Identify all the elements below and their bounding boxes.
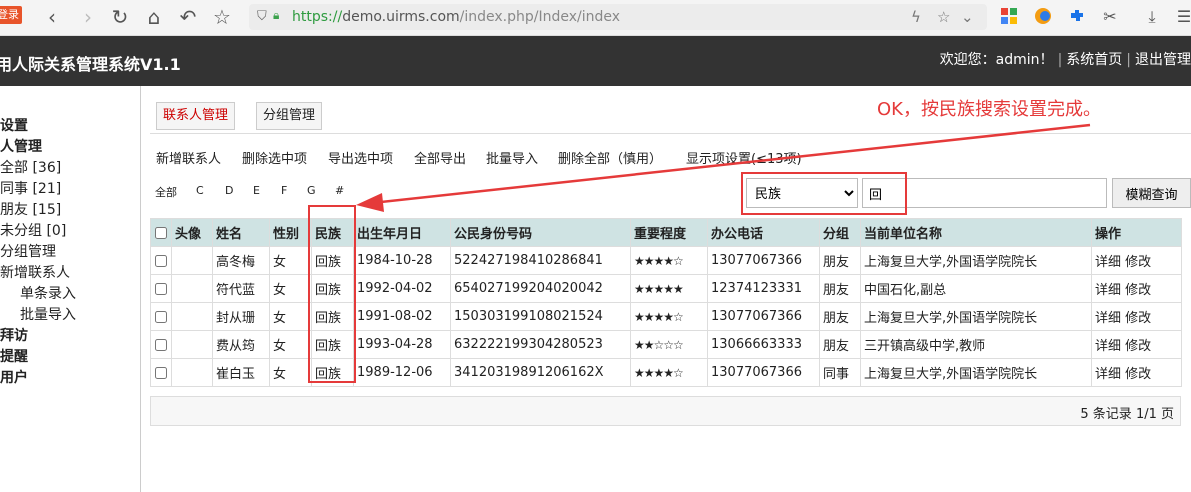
annotation-arrow (356, 123, 1091, 212)
annotation-note: OK，按民族搜索设置完成。 (877, 99, 1101, 120)
